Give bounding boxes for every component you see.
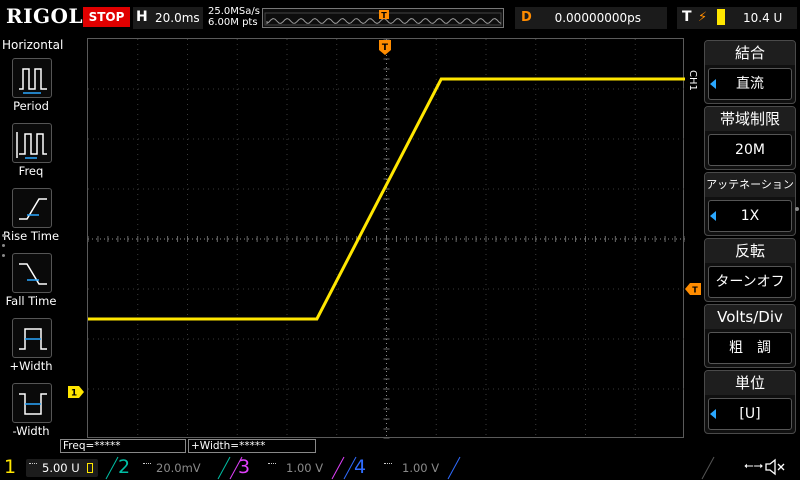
coupling-select-arrow-icon: [710, 79, 716, 89]
volts-div-menu-item[interactable]: Volts/Div 粗 調: [704, 304, 796, 368]
delay-value: 0.00000000ps: [554, 11, 641, 25]
channel-3-scale: 1.00 V: [286, 461, 324, 475]
top-status-bar: RIGOL STOP H 20.0ms 25.0MSa/s 6.00M pts …: [0, 0, 800, 34]
channel-4-number: 4: [354, 456, 367, 478]
waveform-display[interactable]: [87, 38, 685, 439]
channel-3-number: 3: [238, 456, 251, 478]
measure-rise-time-button[interactable]: [12, 188, 52, 228]
unit-value[interactable]: [U]: [708, 398, 792, 430]
memory-overview-strip[interactable]: T: [262, 8, 504, 28]
measurement-freq[interactable]: Freq=*****: [60, 439, 186, 453]
graticule: [88, 39, 685, 439]
waveform-canvas: [88, 39, 685, 439]
measure-positive-width-label: +Width: [9, 359, 53, 373]
measure-rise-time-label: Rise Time: [2, 229, 60, 243]
channel-4-scale-box: 1.00 V: [376, 459, 448, 477]
volts-div-header: Volts/Div: [705, 305, 795, 329]
trigger-level-marker-label: T: [692, 286, 698, 295]
measurement-positive-width[interactable]: +Width=*****: [188, 439, 316, 453]
ch3-coupling-icon: [268, 463, 276, 471]
channel-menu-label: CH1: [687, 70, 698, 91]
horizontal-key: H: [136, 9, 148, 25]
timebase-value: 20.0ms: [155, 11, 200, 25]
channel-3-status[interactable]: 3 1.00 V: [234, 455, 346, 480]
acquisition-info: 25.0MSa/s 6.00M pts: [208, 6, 260, 28]
channel-4-scale: 1.00 V: [402, 461, 440, 475]
coupling-value[interactable]: 直流: [708, 68, 792, 100]
ch4-coupling-icon: [384, 463, 392, 471]
memory-trigger-marker-label: T: [381, 11, 387, 20]
channel-status-bar: 1 5.00 U 2 20.0mV 3 1.00 V 4 1.00 V: [0, 455, 800, 480]
measure-negative-width-button[interactable]: [12, 383, 52, 423]
measure-freq-label: Freq: [18, 164, 44, 178]
measure-fall-time-label: Fall Time: [5, 294, 57, 308]
right-menu-page-dot: [795, 207, 799, 211]
usb-icon: ⭠⭢: [744, 458, 764, 472]
menu-page-dots: [2, 234, 8, 264]
unit-select-arrow-icon: [710, 409, 716, 419]
trigger-position-marker[interactable]: T: [379, 40, 391, 56]
memory-strip-graphic: T: [264, 10, 502, 26]
ch1-ground-marker-label: 1: [71, 389, 77, 399]
delay-key: D: [521, 10, 532, 25]
fall-time-icon: [19, 263, 47, 285]
invert-header: 反転: [705, 239, 795, 263]
run-stop-indicator[interactable]: STOP: [83, 7, 130, 27]
measure-positive-width-button[interactable]: [12, 318, 52, 358]
attenuation-select-arrow-icon: [710, 211, 716, 221]
measure-period-label: Period: [13, 99, 49, 113]
invert-menu-item[interactable]: 反転 ターンオフ: [704, 238, 796, 302]
unit-menu-item[interactable]: 単位 [U]: [704, 370, 796, 434]
brand-logo: RIGOL: [6, 4, 84, 28]
mute-speaker-icon[interactable]: [764, 458, 786, 476]
trigger-source-ch1-icon: [717, 9, 725, 25]
memory-depth: 6.00M pts: [208, 17, 258, 28]
volts-div-value[interactable]: 粗 調: [708, 332, 792, 364]
measure-fall-time-button[interactable]: [12, 253, 52, 293]
channel-3-scale-box: 1.00 V: [260, 459, 332, 477]
bandwidth-limit-menu-item[interactable]: 帯域制限 20M: [704, 106, 796, 170]
measure-freq-button[interactable]: [12, 123, 52, 163]
ch1-ground-marker[interactable]: 1: [68, 386, 84, 398]
attenuation-header: アッテネーション: [705, 173, 795, 197]
frequency-icon: [16, 132, 47, 159]
trigger-level: 10.4 U: [743, 11, 783, 25]
positive-width-icon: [19, 328, 47, 350]
attenuation-menu-item[interactable]: アッテネーション 1X: [704, 172, 796, 236]
trigger-delay[interactable]: D 0.00000000ps: [515, 7, 667, 29]
negative-width-icon: [19, 393, 47, 415]
horizontal-timebase[interactable]: H 20.0ms: [133, 7, 203, 29]
rising-edge-icon: ⚡: [698, 10, 708, 25]
sample-rate: 25.0MSa/s: [208, 6, 260, 17]
coupling-header: 結合: [705, 41, 795, 65]
bandwidth-limit-header: 帯域制限: [705, 107, 795, 131]
period-icon: [19, 68, 47, 94]
coupling-menu-item[interactable]: 結合 直流: [704, 40, 796, 104]
measure-negative-width-label: -Width: [12, 424, 50, 438]
measure-category-title: Horizontal: [2, 38, 64, 52]
attenuation-value[interactable]: 1X: [708, 200, 792, 232]
trigger-status[interactable]: T ⚡ 10.4 U: [677, 7, 797, 29]
trigger-position-marker-label: T: [382, 43, 389, 53]
invert-value[interactable]: ターンオフ: [708, 266, 792, 298]
trigger-key: T: [682, 9, 692, 25]
unit-header: 単位: [705, 371, 795, 395]
trigger-level-marker[interactable]: T: [685, 283, 701, 295]
measure-period-button[interactable]: [12, 58, 52, 98]
channel-4-status[interactable]: 4 1.00 V: [350, 455, 462, 480]
bandwidth-limit-value[interactable]: 20M: [708, 134, 792, 166]
measure-menu: Horizontal Period Freq Rise Time Fall Ti…: [0, 38, 64, 438]
rise-time-icon: [19, 198, 47, 220]
